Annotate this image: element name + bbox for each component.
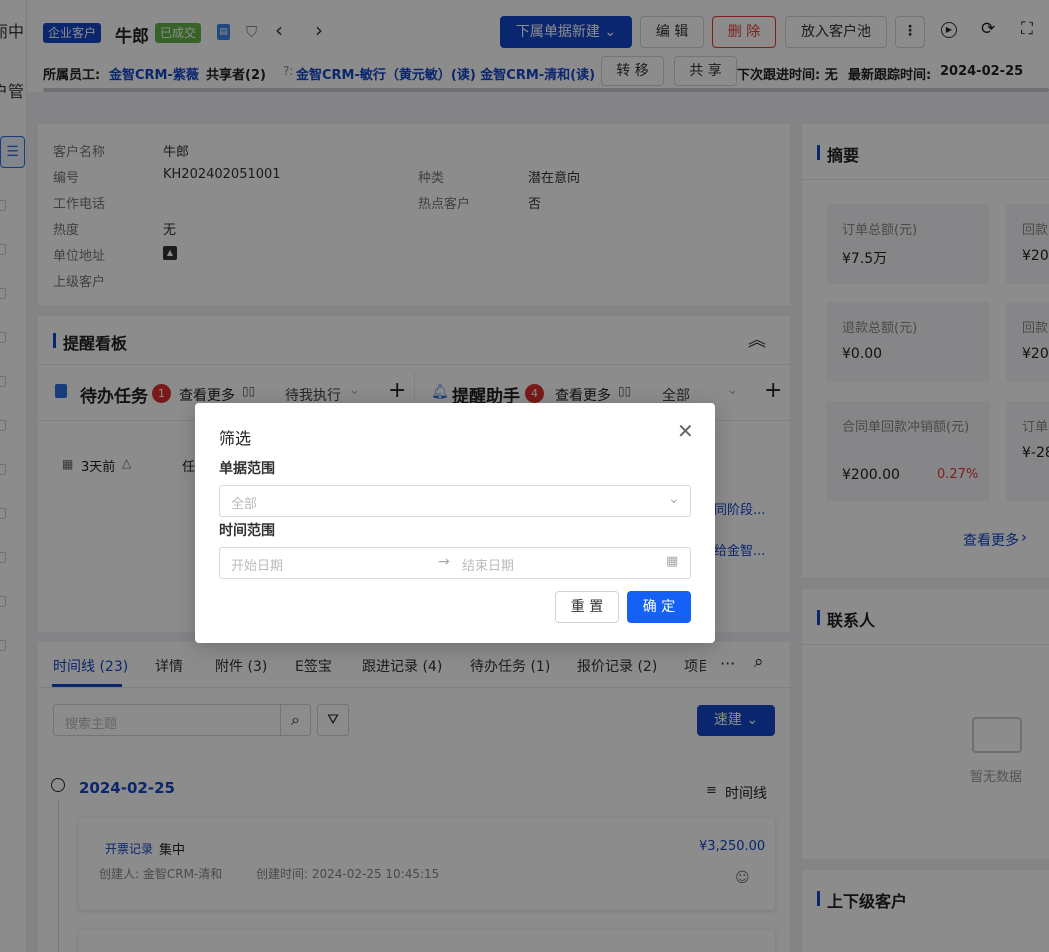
range-select-value: 全部 [231,497,258,512]
dialog-title: 筛选 [219,429,252,448]
end-date-input[interactable]: 结束日期 [462,555,514,574]
confirm-button[interactable]: 确 定 [627,591,691,623]
arrow-right-icon: → [438,554,450,570]
calendar-icon[interactable]: ▦ [666,554,678,569]
time-range-label: 时间范围 [219,523,275,539]
date-range-picker[interactable]: 开始日期 → 结束日期 ▦ [219,547,691,579]
range-select[interactable]: 全部 ⌄ [219,485,691,517]
start-date-input[interactable]: 开始日期 [231,555,283,574]
reset-button[interactable]: 重 置 [555,591,619,623]
chevron-down-icon: ⌄ [668,491,680,507]
close-icon[interactable]: ✕ [677,419,694,443]
filter-dialog: 筛选 ✕ 单据范围 全部 ⌄ 时间范围 开始日期 → 结束日期 ▦ 重 置 确 … [195,403,715,643]
range-label: 单据范围 [219,461,275,477]
